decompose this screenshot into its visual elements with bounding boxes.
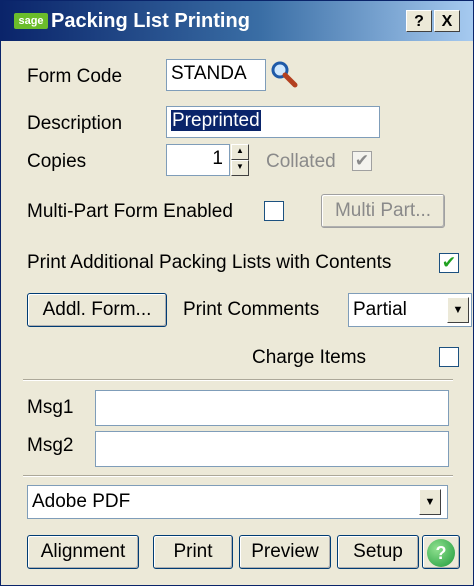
printer-select[interactable]: Adobe PDF	[27, 485, 448, 519]
divider	[23, 379, 453, 381]
multipart-label: Multi-Part Form Enabled	[27, 201, 233, 222]
multipart-checkbox[interactable]	[264, 201, 284, 221]
description-value: Preprinted	[171, 110, 261, 131]
addl-form-button[interactable]: Addl. Form...	[27, 293, 167, 327]
preview-button[interactable]: Preview	[239, 535, 331, 569]
title-bar[interactable]: sage Packing List Printing ? X	[1, 1, 473, 41]
help-icon: ?	[427, 539, 455, 567]
magnifier-icon	[271, 61, 298, 88]
copies-label: Copies	[27, 151, 87, 172]
divider	[23, 475, 453, 477]
copies-spin-down-icon[interactable]: ▼	[231, 160, 249, 176]
form-code-input[interactable]: STANDA	[166, 59, 266, 91]
help-title-button[interactable]: ?	[406, 10, 432, 32]
alignment-button[interactable]: Alignment	[27, 535, 139, 569]
help-button[interactable]: ?	[422, 535, 460, 569]
multi-part-button[interactable]: Multi Part...	[321, 194, 445, 228]
collated-checkbox[interactable]: ✔	[352, 151, 372, 171]
copies-spin-up-icon[interactable]: ▲	[231, 144, 249, 160]
close-title-button[interactable]: X	[434, 10, 460, 32]
description-input[interactable]: Preprinted	[166, 106, 380, 138]
printer-dropdown-icon[interactable]: ▼	[419, 489, 441, 515]
setup-button[interactable]: Setup	[337, 535, 419, 569]
addl-packing-checkbox[interactable]: ✔	[439, 253, 459, 273]
printer-value: Adobe PDF	[32, 491, 131, 512]
msg1-input[interactable]	[95, 390, 449, 426]
sage-logo: sage	[14, 13, 48, 29]
msg2-label: Msg2	[27, 435, 74, 456]
addl-packing-label: Print Additional Packing Lists with Cont…	[27, 252, 392, 273]
lookup-icon[interactable]	[269, 59, 299, 89]
print-comments-label: Print Comments	[183, 299, 320, 320]
charge-items-checkbox[interactable]	[439, 347, 459, 367]
description-label: Description	[27, 113, 123, 134]
form-code-label: Form Code	[27, 66, 123, 87]
charge-items-label: Charge Items	[252, 347, 367, 368]
print-comments-value: Partial	[353, 299, 407, 320]
print-button[interactable]: Print	[153, 535, 233, 569]
msg2-input[interactable]	[95, 431, 449, 467]
packing-list-window: sage Packing List Printing ? X Form Code…	[0, 0, 474, 586]
msg1-label: Msg1	[27, 397, 74, 418]
collated-label: Collated	[266, 151, 336, 172]
copies-input[interactable]: 1	[166, 144, 230, 176]
window-title: Packing List Printing	[51, 10, 250, 32]
print-comments-dropdown-icon[interactable]: ▼	[447, 297, 469, 323]
